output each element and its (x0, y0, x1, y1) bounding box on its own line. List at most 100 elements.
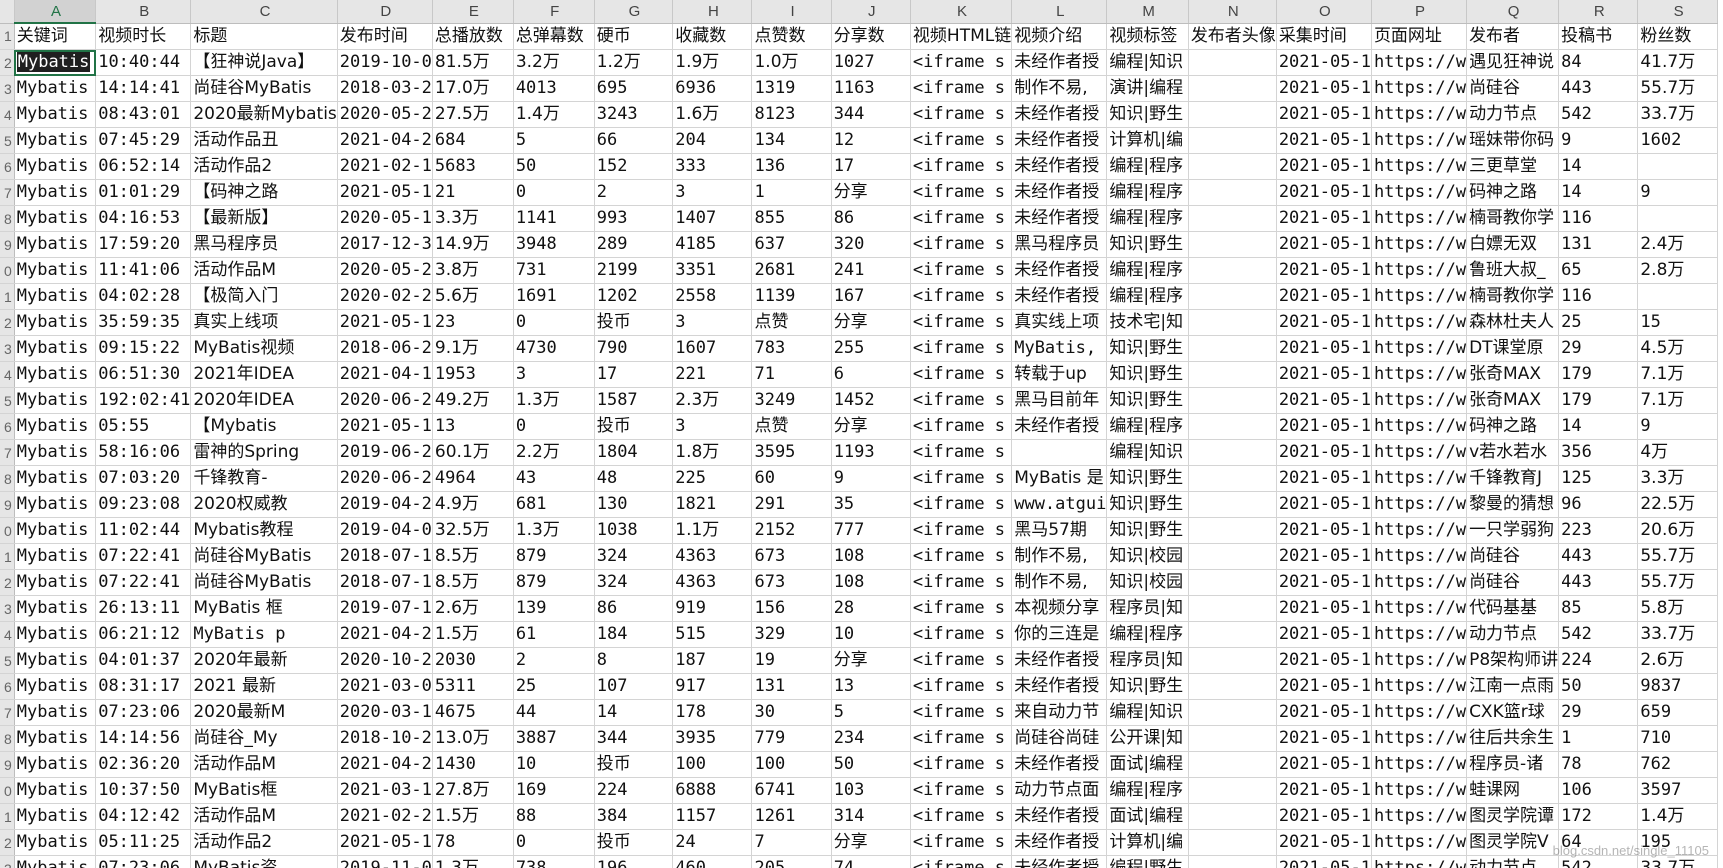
row-number[interactable]: 5 (0, 647, 15, 674)
column-header-k[interactable]: K (910, 0, 1013, 24)
cell[interactable]: 2021-05-1 (1276, 413, 1372, 440)
cell[interactable] (1188, 621, 1277, 648)
cell[interactable]: 1407 (672, 205, 753, 232)
cell[interactable]: 9837 (1637, 673, 1718, 700)
cell[interactable]: 21 (432, 179, 514, 206)
cell[interactable]: 192:02:41 (95, 387, 192, 414)
cell[interactable]: 24 (672, 829, 753, 856)
cell[interactable]: Mybatis (14, 855, 97, 868)
cell[interactable]: 2021-02-1 (337, 153, 433, 180)
cell[interactable]: 74 (831, 855, 911, 868)
cell[interactable]: <iframe s (910, 335, 1013, 362)
cell[interactable]: https://w (1371, 829, 1468, 856)
cell[interactable]: 09:23:08 (95, 491, 192, 518)
cell[interactable]: 88 (513, 803, 595, 830)
header-cell[interactable]: 硬币 (594, 23, 674, 50)
cell[interactable]: 分享 (831, 179, 911, 206)
cell[interactable]: Mybatis (14, 75, 97, 102)
cell[interactable]: 2020-05-1 (337, 205, 433, 232)
cell[interactable]: 02:36:20 (95, 751, 192, 778)
cell[interactable]: 2030 (432, 647, 514, 674)
cell[interactable]: 443 (1558, 75, 1639, 102)
cell[interactable]: 2021-05-1 (1276, 543, 1372, 570)
cell[interactable]: 23 (432, 309, 514, 336)
cell[interactable]: 29 (1558, 699, 1639, 726)
row-number[interactable]: 0 (0, 517, 15, 544)
cell[interactable]: 1139 (751, 283, 832, 310)
column-header-j[interactable]: J (831, 0, 911, 24)
cell[interactable]: 未经作者授 (1011, 179, 1108, 206)
cell[interactable]: 460 (672, 855, 753, 868)
cell[interactable]: 738 (513, 855, 595, 868)
cell[interactable]: 编程|程序 (1106, 777, 1189, 804)
cell[interactable] (1188, 127, 1277, 154)
cell[interactable]: 81.5万 (432, 49, 514, 76)
cell[interactable]: MyBatis, (1011, 335, 1108, 362)
cell[interactable]: 面试|编程 (1106, 803, 1189, 830)
cell[interactable]: 13.0万 (432, 725, 514, 752)
cell[interactable]: https://w (1371, 231, 1468, 258)
cell[interactable]: 07:03:20 (95, 465, 192, 492)
cell[interactable]: 1193 (831, 439, 911, 466)
cell[interactable]: 2021-05-1 (1276, 335, 1372, 362)
cell[interactable]: 17 (594, 361, 674, 388)
cell[interactable]: 344 (831, 101, 911, 128)
cell[interactable]: 2.2万 (513, 439, 595, 466)
cell[interactable]: https://w (1371, 439, 1468, 466)
cell[interactable]: 尚硅谷MyBatis (190, 543, 338, 570)
cell[interactable]: 04:12:42 (95, 803, 192, 830)
cell[interactable]: Mybatis (14, 803, 97, 830)
cell[interactable]: 1157 (672, 803, 753, 830)
cell[interactable]: 未经作者授 (1011, 829, 1108, 856)
cell[interactable]: 未经作者授 (1011, 283, 1108, 310)
cell[interactable]: 10 (513, 751, 595, 778)
cell[interactable]: 3 (672, 413, 753, 440)
cell[interactable]: <iframe s (910, 283, 1013, 310)
cell[interactable]: 27.8万 (432, 777, 514, 804)
cell[interactable]: 14 (594, 699, 674, 726)
cell[interactable]: https://w (1371, 673, 1468, 700)
row-number[interactable]: 6 (0, 413, 15, 440)
cell[interactable]: 20.6万 (1637, 517, 1718, 544)
cell[interactable] (1188, 543, 1277, 570)
cell[interactable]: <iframe s (910, 439, 1013, 466)
cell[interactable]: 2021年IDEA (190, 361, 338, 388)
cell[interactable]: <iframe s (910, 517, 1013, 544)
cell[interactable]: 1691 (513, 283, 595, 310)
cell[interactable] (1188, 725, 1277, 752)
cell[interactable]: Mybatis (14, 673, 97, 700)
cell[interactable]: https://w (1371, 803, 1468, 830)
cell[interactable]: 25 (1558, 309, 1639, 336)
cell[interactable]: 尚硅谷 (1466, 75, 1560, 102)
cell[interactable]: 程序员-诸 (1466, 751, 1560, 778)
cell[interactable]: 15 (1637, 309, 1718, 336)
cell[interactable]: 2020最新Mybatis (190, 101, 338, 128)
cell[interactable]: https://w (1371, 647, 1468, 674)
cell[interactable]: 1038 (594, 517, 674, 544)
cell[interactable]: <iframe s (910, 231, 1013, 258)
cell[interactable]: 241 (831, 257, 911, 284)
cell[interactable]: 2 (594, 179, 674, 206)
cell[interactable]: 动力节点 (1466, 855, 1560, 868)
cell[interactable]: 本视频分享 (1011, 595, 1108, 622)
header-cell[interactable]: 发布者头像 (1188, 23, 1277, 50)
cell[interactable]: 动力节点 (1466, 621, 1560, 648)
cell[interactable]: 真实上线项 (190, 309, 338, 336)
cell[interactable]: 程序员|知 (1106, 647, 1189, 674)
cell[interactable]: 35:59:35 (95, 309, 192, 336)
header-cell[interactable]: 视频时长 (95, 23, 192, 50)
cell[interactable]: 33.7万 (1637, 101, 1718, 128)
cell[interactable]: 3.2万 (513, 49, 595, 76)
cell[interactable]: 2020-06-2 (337, 387, 433, 414)
cell[interactable]: 1.5万 (432, 803, 514, 830)
cell[interactable]: 1141 (513, 205, 595, 232)
cell[interactable]: 未经作者授 (1011, 127, 1108, 154)
cell[interactable]: 2021-05-1 (1276, 465, 1372, 492)
cell[interactable]: 2.3万 (672, 387, 753, 414)
cell[interactable]: 48 (594, 465, 674, 492)
cell[interactable] (1011, 439, 1108, 466)
cell[interactable]: 2021-05-1 (1276, 257, 1372, 284)
cell[interactable]: 0 (513, 179, 595, 206)
cell[interactable]: 知识|校园 (1106, 569, 1189, 596)
cell[interactable]: 443 (1558, 543, 1639, 570)
